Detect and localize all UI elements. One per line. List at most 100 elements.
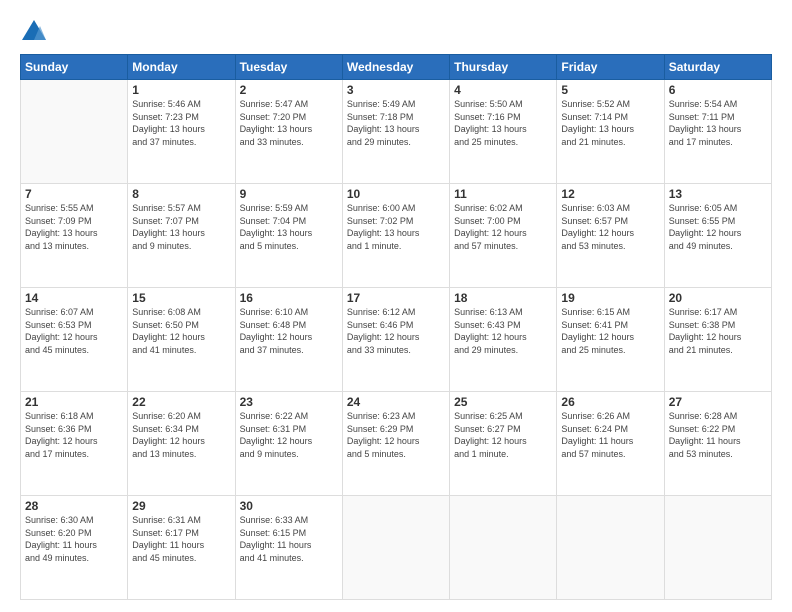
day-info: Sunrise: 5:50 AM Sunset: 7:16 PM Dayligh… [454,98,552,148]
day-number: 19 [561,291,659,305]
day-number: 11 [454,187,552,201]
day-number: 29 [132,499,230,513]
day-number: 28 [25,499,123,513]
calendar-week-0: 1Sunrise: 5:46 AM Sunset: 7:23 PM Daylig… [21,80,772,184]
calendar-cell: 17Sunrise: 6:12 AM Sunset: 6:46 PM Dayli… [342,288,449,392]
calendar-cell [664,496,771,600]
day-header-monday: Monday [128,55,235,80]
calendar-cell: 20Sunrise: 6:17 AM Sunset: 6:38 PM Dayli… [664,288,771,392]
calendar-table: SundayMondayTuesdayWednesdayThursdayFrid… [20,54,772,600]
calendar-cell: 19Sunrise: 6:15 AM Sunset: 6:41 PM Dayli… [557,288,664,392]
day-info: Sunrise: 5:47 AM Sunset: 7:20 PM Dayligh… [240,98,338,148]
day-number: 7 [25,187,123,201]
day-info: Sunrise: 6:30 AM Sunset: 6:20 PM Dayligh… [25,514,123,564]
day-info: Sunrise: 6:31 AM Sunset: 6:17 PM Dayligh… [132,514,230,564]
calendar-cell: 13Sunrise: 6:05 AM Sunset: 6:55 PM Dayli… [664,184,771,288]
calendar-cell: 9Sunrise: 5:59 AM Sunset: 7:04 PM Daylig… [235,184,342,288]
calendar-cell [557,496,664,600]
day-number: 24 [347,395,445,409]
day-number: 22 [132,395,230,409]
day-info: Sunrise: 6:17 AM Sunset: 6:38 PM Dayligh… [669,306,767,356]
day-number: 21 [25,395,123,409]
day-number: 2 [240,83,338,97]
page: SundayMondayTuesdayWednesdayThursdayFrid… [0,0,792,612]
day-info: Sunrise: 6:33 AM Sunset: 6:15 PM Dayligh… [240,514,338,564]
day-number: 25 [454,395,552,409]
calendar-week-2: 14Sunrise: 6:07 AM Sunset: 6:53 PM Dayli… [21,288,772,392]
day-info: Sunrise: 5:57 AM Sunset: 7:07 PM Dayligh… [132,202,230,252]
calendar-cell: 2Sunrise: 5:47 AM Sunset: 7:20 PM Daylig… [235,80,342,184]
calendar-cell: 27Sunrise: 6:28 AM Sunset: 6:22 PM Dayli… [664,392,771,496]
calendar-cell: 12Sunrise: 6:03 AM Sunset: 6:57 PM Dayli… [557,184,664,288]
day-info: Sunrise: 6:02 AM Sunset: 7:00 PM Dayligh… [454,202,552,252]
day-number: 6 [669,83,767,97]
calendar-cell: 10Sunrise: 6:00 AM Sunset: 7:02 PM Dayli… [342,184,449,288]
day-info: Sunrise: 6:13 AM Sunset: 6:43 PM Dayligh… [454,306,552,356]
day-number: 5 [561,83,659,97]
day-info: Sunrise: 5:49 AM Sunset: 7:18 PM Dayligh… [347,98,445,148]
calendar-cell [450,496,557,600]
day-info: Sunrise: 6:10 AM Sunset: 6:48 PM Dayligh… [240,306,338,356]
day-header-friday: Friday [557,55,664,80]
day-info: Sunrise: 6:20 AM Sunset: 6:34 PM Dayligh… [132,410,230,460]
day-number: 26 [561,395,659,409]
day-info: Sunrise: 6:23 AM Sunset: 6:29 PM Dayligh… [347,410,445,460]
day-info: Sunrise: 6:00 AM Sunset: 7:02 PM Dayligh… [347,202,445,252]
day-number: 8 [132,187,230,201]
calendar-cell: 15Sunrise: 6:08 AM Sunset: 6:50 PM Dayli… [128,288,235,392]
day-header-tuesday: Tuesday [235,55,342,80]
logo [20,18,50,46]
day-number: 30 [240,499,338,513]
calendar-cell: 25Sunrise: 6:25 AM Sunset: 6:27 PM Dayli… [450,392,557,496]
day-info: Sunrise: 6:07 AM Sunset: 6:53 PM Dayligh… [25,306,123,356]
day-info: Sunrise: 6:25 AM Sunset: 6:27 PM Dayligh… [454,410,552,460]
day-info: Sunrise: 5:54 AM Sunset: 7:11 PM Dayligh… [669,98,767,148]
day-number: 16 [240,291,338,305]
day-info: Sunrise: 5:52 AM Sunset: 7:14 PM Dayligh… [561,98,659,148]
day-info: Sunrise: 6:12 AM Sunset: 6:46 PM Dayligh… [347,306,445,356]
logo-icon [20,18,48,46]
calendar-cell: 4Sunrise: 5:50 AM Sunset: 7:16 PM Daylig… [450,80,557,184]
day-info: Sunrise: 6:26 AM Sunset: 6:24 PM Dayligh… [561,410,659,460]
calendar-cell: 14Sunrise: 6:07 AM Sunset: 6:53 PM Dayli… [21,288,128,392]
day-info: Sunrise: 6:05 AM Sunset: 6:55 PM Dayligh… [669,202,767,252]
day-number: 17 [347,291,445,305]
day-number: 18 [454,291,552,305]
day-header-thursday: Thursday [450,55,557,80]
day-info: Sunrise: 6:22 AM Sunset: 6:31 PM Dayligh… [240,410,338,460]
day-header-sunday: Sunday [21,55,128,80]
calendar-cell: 21Sunrise: 6:18 AM Sunset: 6:36 PM Dayli… [21,392,128,496]
calendar-cell: 3Sunrise: 5:49 AM Sunset: 7:18 PM Daylig… [342,80,449,184]
day-header-wednesday: Wednesday [342,55,449,80]
calendar-cell: 11Sunrise: 6:02 AM Sunset: 7:00 PM Dayli… [450,184,557,288]
day-number: 15 [132,291,230,305]
day-info: Sunrise: 6:08 AM Sunset: 6:50 PM Dayligh… [132,306,230,356]
day-info: Sunrise: 6:18 AM Sunset: 6:36 PM Dayligh… [25,410,123,460]
calendar-week-1: 7Sunrise: 5:55 AM Sunset: 7:09 PM Daylig… [21,184,772,288]
calendar-cell: 1Sunrise: 5:46 AM Sunset: 7:23 PM Daylig… [128,80,235,184]
day-info: Sunrise: 6:15 AM Sunset: 6:41 PM Dayligh… [561,306,659,356]
day-number: 4 [454,83,552,97]
day-info: Sunrise: 6:28 AM Sunset: 6:22 PM Dayligh… [669,410,767,460]
calendar-cell: 24Sunrise: 6:23 AM Sunset: 6:29 PM Dayli… [342,392,449,496]
calendar-cell: 8Sunrise: 5:57 AM Sunset: 7:07 PM Daylig… [128,184,235,288]
calendar-cell: 28Sunrise: 6:30 AM Sunset: 6:20 PM Dayli… [21,496,128,600]
day-number: 13 [669,187,767,201]
day-number: 12 [561,187,659,201]
calendar-cell: 30Sunrise: 6:33 AM Sunset: 6:15 PM Dayli… [235,496,342,600]
day-number: 9 [240,187,338,201]
calendar-cell: 5Sunrise: 5:52 AM Sunset: 7:14 PM Daylig… [557,80,664,184]
header [20,18,772,46]
calendar-week-3: 21Sunrise: 6:18 AM Sunset: 6:36 PM Dayli… [21,392,772,496]
day-number: 14 [25,291,123,305]
day-info: Sunrise: 5:59 AM Sunset: 7:04 PM Dayligh… [240,202,338,252]
calendar-cell: 23Sunrise: 6:22 AM Sunset: 6:31 PM Dayli… [235,392,342,496]
calendar-week-4: 28Sunrise: 6:30 AM Sunset: 6:20 PM Dayli… [21,496,772,600]
calendar-cell: 16Sunrise: 6:10 AM Sunset: 6:48 PM Dayli… [235,288,342,392]
calendar-cell: 29Sunrise: 6:31 AM Sunset: 6:17 PM Dayli… [128,496,235,600]
day-number: 20 [669,291,767,305]
day-info: Sunrise: 5:55 AM Sunset: 7:09 PM Dayligh… [25,202,123,252]
day-info: Sunrise: 6:03 AM Sunset: 6:57 PM Dayligh… [561,202,659,252]
day-number: 1 [132,83,230,97]
calendar-cell [342,496,449,600]
